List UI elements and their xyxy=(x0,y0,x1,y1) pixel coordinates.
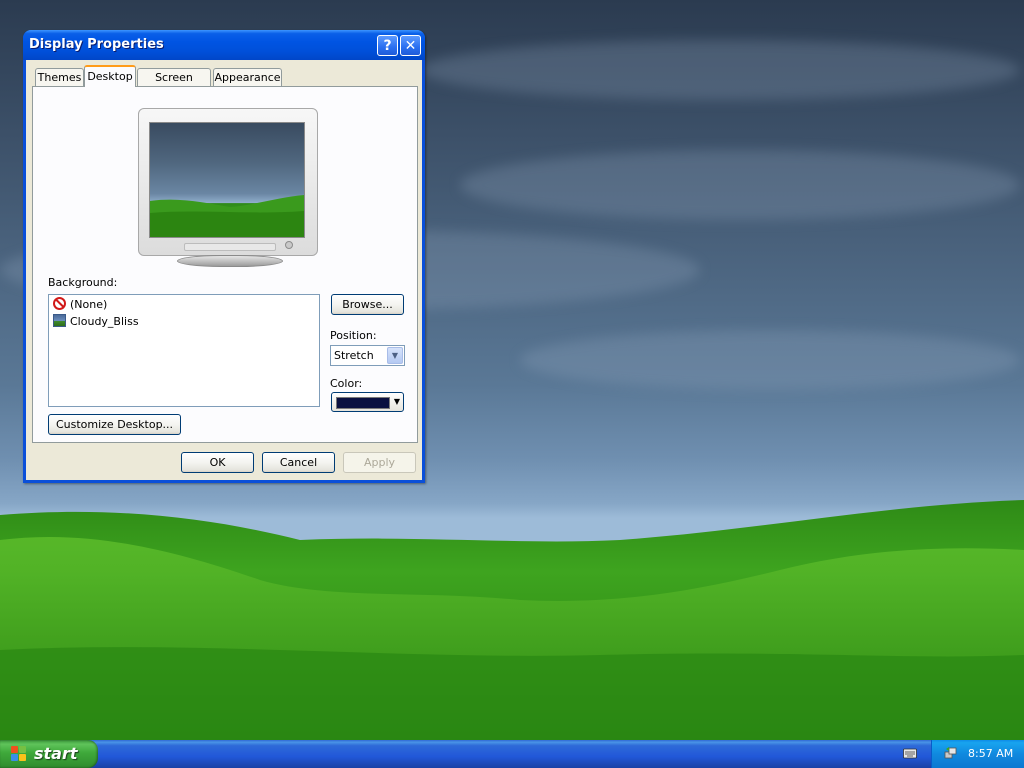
list-item[interactable]: (None) xyxy=(53,297,107,313)
list-item[interactable]: Cloudy_Bliss xyxy=(53,314,139,330)
list-item-label: Cloudy_Bliss xyxy=(70,315,139,328)
tab-desktop[interactable]: Desktop xyxy=(84,65,136,87)
background-listbox[interactable]: (None) Cloudy_Bliss xyxy=(48,294,320,407)
monitor-stand xyxy=(177,255,283,267)
windows-logo-icon xyxy=(11,746,28,762)
monitor-preview xyxy=(138,108,318,256)
display-properties-dialog: Display Properties ? ✕ Themes Desktop Sc… xyxy=(23,30,425,483)
ok-button[interactable]: OK xyxy=(181,452,254,473)
tab-screen-saver[interactable]: Screen Saver xyxy=(137,68,211,101)
none-icon xyxy=(53,297,66,310)
color-picker-button[interactable]: ▼ xyxy=(331,392,404,412)
tab-appearance[interactable]: Appearance xyxy=(213,68,282,86)
customize-desktop-button[interactable]: Customize Desktop... xyxy=(48,414,181,435)
image-file-icon xyxy=(53,314,66,327)
cancel-button[interactable]: Cancel xyxy=(262,452,335,473)
background-label: Background: xyxy=(48,276,118,289)
browse-button[interactable]: Browse... xyxy=(331,294,404,315)
list-item-label: (None) xyxy=(70,298,108,311)
color-label: Color: xyxy=(330,377,363,390)
start-button[interactable]: start xyxy=(0,740,98,768)
position-value: Stretch xyxy=(334,349,374,362)
network-icon[interactable] xyxy=(944,746,958,760)
monitor-power-led xyxy=(285,241,293,249)
wallpaper-preview-screen xyxy=(149,122,305,238)
desktop-tab-panel: Background: (None) Cloudy_Bliss Browse..… xyxy=(32,86,418,443)
dialog-client-area: Themes Desktop Screen Saver Appearance B… xyxy=(26,60,422,480)
color-swatch xyxy=(336,397,390,409)
chevron-down-icon[interactable]: ▼ xyxy=(387,347,403,364)
close-button[interactable]: ✕ xyxy=(400,35,421,56)
position-select[interactable]: Stretch ▼ xyxy=(330,345,405,366)
help-button[interactable]: ? xyxy=(377,35,398,56)
start-label: start xyxy=(34,744,78,763)
apply-button[interactable]: Apply xyxy=(343,452,416,473)
chevron-down-icon: ▼ xyxy=(393,397,400,406)
position-label: Position: xyxy=(330,329,377,342)
keyboard-icon[interactable] xyxy=(903,747,917,759)
system-tray: 8:57 AM xyxy=(931,740,1024,768)
monitor-slot xyxy=(184,243,276,251)
tab-themes[interactable]: Themes xyxy=(35,68,84,86)
clock[interactable]: 8:57 AM xyxy=(968,747,1013,760)
taskbar: start 8:57 AM xyxy=(0,740,1024,768)
dialog-title: Display Properties xyxy=(29,37,164,52)
dialog-titlebar[interactable]: Display Properties ? ✕ xyxy=(23,30,425,60)
preview-hills xyxy=(150,195,304,237)
